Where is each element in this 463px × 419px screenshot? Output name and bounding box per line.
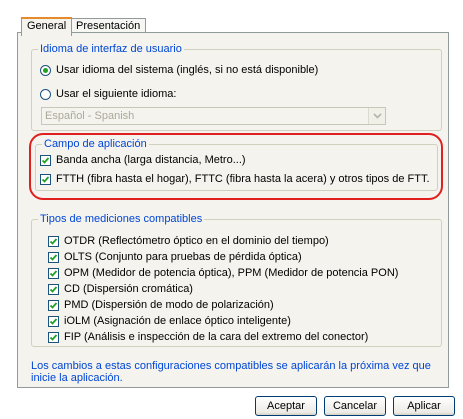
radio-selected-icon: [40, 64, 51, 76]
application-group-title: Campo de aplicación: [42, 137, 149, 151]
checkbox-iolm-label: iOLM (Asignación de enlace óptico inteli…: [64, 315, 291, 327]
checkbox-checked-icon: [40, 173, 51, 185]
checkbox-otdr[interactable]: OTDR (Reflectómetro óptico en el dominio…: [48, 234, 329, 248]
radio-system-language-label: Usar idioma del sistema (inglés, si no e…: [56, 64, 319, 76]
language-group-title: Idioma de interfaz de usuario: [38, 42, 184, 56]
apply-button[interactable]: Aplicar: [393, 396, 455, 416]
checkbox-otdr-label: OTDR (Reflectómetro óptico en el dominio…: [64, 235, 329, 247]
checkbox-fip-label: FIP (Análisis e inspección de la cara de…: [64, 331, 369, 343]
checkbox-checked-icon: [48, 299, 59, 311]
radio-system-language[interactable]: Usar idioma del sistema (inglés, si no e…: [40, 63, 318, 77]
checkbox-olts[interactable]: OLTS (Conjunto para pruebas de pérdida ó…: [48, 250, 302, 264]
checkbox-ftth[interactable]: FTTH (fibra hasta el hogar), FTTC (fibra…: [40, 172, 430, 186]
cancel-button[interactable]: Cancelar: [324, 396, 386, 416]
checkbox-olts-label: OLTS (Conjunto para pruebas de pérdida ó…: [64, 251, 302, 263]
checkbox-opm[interactable]: OPM (Medidor de potencia óptica), PPM (M…: [48, 266, 398, 280]
radio-custom-language-label: Usar el siguiente idioma:: [56, 88, 177, 100]
checkbox-opm-label: OPM (Medidor de potencia óptica), PPM (M…: [64, 267, 399, 279]
radio-custom-language[interactable]: Usar el siguiente idioma:: [40, 87, 176, 101]
accept-button[interactable]: Aceptar: [255, 396, 317, 416]
checkbox-checked-icon: [48, 251, 59, 263]
checkbox-checked-icon: [48, 283, 59, 295]
checkbox-pmd-label: PMD (Dispersión de modo de polarización): [64, 299, 274, 311]
checkbox-checked-icon: [48, 315, 59, 327]
language-select[interactable]: Español - Spanish: [41, 107, 386, 125]
chevron-down-icon[interactable]: [368, 108, 385, 124]
tab-general[interactable]: General: [21, 17, 73, 36]
checkbox-checked-icon: [48, 331, 59, 343]
checkbox-pmd[interactable]: PMD (Dispersión de modo de polarización): [48, 298, 274, 312]
checkbox-broadband[interactable]: Banda ancha (larga distancia, Metro...): [40, 153, 246, 167]
checkbox-checked-icon: [48, 267, 59, 279]
measurements-group-title: Tipos de mediciones compatibles: [38, 212, 205, 226]
checkbox-broadband-label: Banda ancha (larga distancia, Metro...): [56, 154, 246, 166]
notice-text: Los cambios a estas configuraciones comp…: [31, 360, 431, 384]
checkbox-checked-icon: [40, 154, 51, 166]
checkbox-fip[interactable]: FIP (Análisis e inspección de la cara de…: [48, 330, 368, 344]
checkbox-ftth-label: FTTH (fibra hasta el hogar), FTTC (fibra…: [56, 173, 430, 185]
checkbox-cd-label: CD (Dispersión cromática): [64, 283, 193, 295]
checkbox-iolm[interactable]: iOLM (Asignación de enlace óptico inteli…: [48, 314, 291, 328]
checkbox-checked-icon: [48, 235, 59, 247]
radio-unselected-icon: [40, 88, 51, 100]
language-select-value: Español - Spanish: [45, 110, 135, 122]
checkbox-cd[interactable]: CD (Dispersión cromática): [48, 282, 193, 296]
